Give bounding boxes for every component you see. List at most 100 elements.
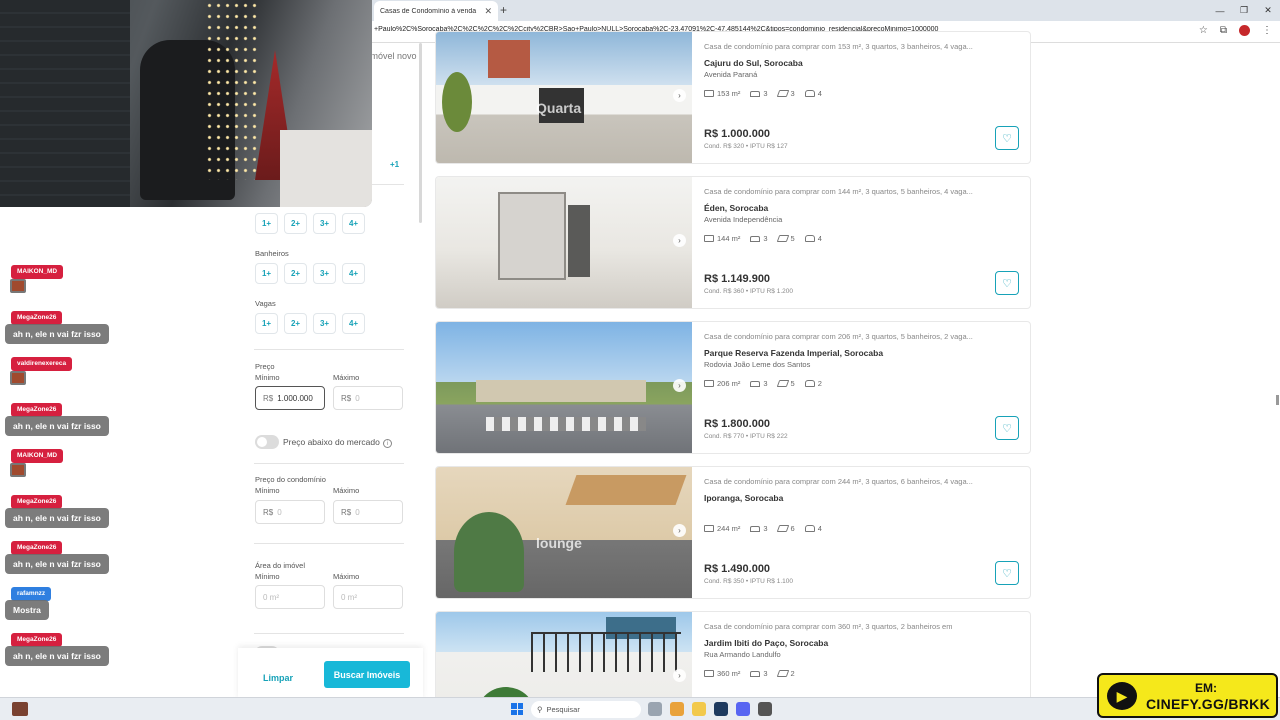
page-scrollbar[interactable] <box>1276 395 1279 405</box>
banheiros-option[interactable]: 2+ <box>284 263 307 284</box>
banheiros-option[interactable]: 3+ <box>313 263 336 284</box>
area-icon <box>704 670 714 677</box>
maximize-icon[interactable]: ❐ <box>1232 0 1256 21</box>
divider <box>254 349 404 350</box>
cond-min-label: Mínimo <box>255 486 280 495</box>
file-explorer-icon[interactable] <box>692 702 706 716</box>
more-filters-count[interactable]: +1 <box>390 160 399 169</box>
quartos-option[interactable]: 1+ <box>255 213 278 234</box>
bookmark-star-icon[interactable]: ☆ <box>1199 25 1208 36</box>
chrome-icon[interactable] <box>670 702 684 716</box>
window-controls: — ❐ ✕ <box>1208 0 1280 21</box>
vagas-value: 4 <box>817 524 822 533</box>
webcam-lights <box>205 0 260 180</box>
banheiros-value: 5 <box>790 234 795 243</box>
quartos-value: 3 <box>763 524 768 533</box>
bed-icon <box>750 380 761 387</box>
next-photo-icon[interactable]: › <box>673 89 686 102</box>
favorite-heart-icon[interactable]: ♡ <box>995 126 1019 150</box>
listing-card[interactable]: › Casa de condomínio para comprar com 206… <box>435 321 1031 454</box>
area-value: 206 m² <box>717 379 741 388</box>
area-icon <box>704 380 714 387</box>
taskbar-apps <box>648 702 772 716</box>
area-min-placeholder: 0 m² <box>263 592 279 602</box>
photo-watermark: Quarta <box>536 100 582 116</box>
quartos-option[interactable]: 2+ <box>284 213 307 234</box>
listing-features: 360 m² 3 2 <box>704 669 795 678</box>
browser-tab[interactable]: Casas de Condomínio à venda ✕ <box>374 1 941 103</box>
quartos-option[interactable]: 4+ <box>342 213 365 234</box>
next-photo-icon[interactable]: › <box>673 669 686 682</box>
banheiros-option[interactable]: 4+ <box>342 263 365 284</box>
listing-card[interactable]: lounge › Casa de condomínio para comprar c… <box>435 466 1031 599</box>
shower-icon <box>776 380 789 387</box>
discord-icon[interactable] <box>736 702 750 716</box>
steam-icon[interactable] <box>714 702 728 716</box>
taskbar-widget-icon[interactable] <box>12 702 28 716</box>
info-icon[interactable]: i <box>382 439 392 448</box>
quartos-value: 3 <box>763 379 768 388</box>
next-photo-icon[interactable]: › <box>673 524 686 537</box>
listing-info: Casa de condomínio para comprar com 206 … <box>704 322 1024 453</box>
listing-title[interactable]: Éden, Sorocaba <box>704 203 768 213</box>
listing-price: R$ 1.149.900 <box>704 273 771 285</box>
chat-username: valdirenexereca <box>11 357 73 371</box>
listing-title[interactable]: Parque Reserva Fazenda Imperial, Sorocab… <box>704 348 883 358</box>
listing-photo[interactable]: Quarta › <box>436 32 692 163</box>
next-photo-icon[interactable]: › <box>673 234 686 247</box>
area-min-field[interactable]: 0 m² <box>255 585 325 609</box>
listing-photo[interactable]: › <box>436 322 692 453</box>
listing-card[interactable]: Quarta › Casa de condomínio para comprar c… <box>435 31 1031 164</box>
cond-max-field[interactable]: R$ 0 <box>333 500 403 524</box>
listing-photo[interactable]: lounge › <box>436 467 692 598</box>
vagas-value: 4 <box>817 234 822 243</box>
preco-max-field[interactable]: R$ 0 <box>333 386 403 410</box>
chat-username: MegaZone26 <box>11 541 63 555</box>
preco-min-value: 1.000.000 <box>277 393 313 403</box>
obs-icon[interactable] <box>758 702 772 716</box>
abaixo-mercado-toggle[interactable] <box>255 435 279 449</box>
area-feature: 206 m² <box>704 379 740 388</box>
windows-start-icon[interactable] <box>511 703 523 715</box>
tab-title: Casas de Condomínio à venda <box>380 7 477 15</box>
chat-username: MegaZone26 <box>11 403 63 417</box>
banheiros-feature: 2 <box>776 669 795 678</box>
car-icon <box>804 90 815 97</box>
profile-avatar-icon[interactable] <box>1239 25 1250 36</box>
browser-menu-icon[interactable]: ⋮ <box>1262 25 1272 36</box>
quartos-option[interactable]: 3+ <box>313 213 336 234</box>
listing-title[interactable]: Cajuru do Sul, Sorocaba <box>704 58 803 68</box>
cond-min-field[interactable]: R$ 0 <box>255 500 325 524</box>
extensions-icon[interactable]: ⧉ <box>1220 25 1227 36</box>
vagas-option[interactable]: 4+ <box>342 313 365 334</box>
filter-scrollbar[interactable] <box>419 43 422 223</box>
favorite-heart-icon[interactable]: ♡ <box>995 561 1019 585</box>
listing-photo[interactable]: › <box>436 177 692 308</box>
next-photo-icon[interactable]: › <box>673 379 686 392</box>
banheiros-feature: 5 <box>776 379 795 388</box>
listing-info: Casa de condomínio para comprar com 144 … <box>704 177 1024 308</box>
task-view-icon[interactable] <box>648 702 662 716</box>
vagas-option[interactable]: 3+ <box>313 313 336 334</box>
vagas-feature: 2 <box>804 379 822 388</box>
favorite-heart-icon[interactable]: ♡ <box>995 271 1019 295</box>
listing-title[interactable]: Jardim Ibiti do Paço, Sorocaba <box>704 638 828 648</box>
buscar-imoveis-button[interactable]: Buscar Imóveis <box>324 661 410 688</box>
limpar-button[interactable]: Limpar <box>263 673 293 683</box>
favorite-heart-icon[interactable]: ♡ <box>995 416 1019 440</box>
close-window-icon[interactable]: ✕ <box>1256 0 1280 21</box>
taskbar-search[interactable]: ⚲ Pesquisar <box>531 701 641 718</box>
listing-title[interactable]: Iporanga, Sorocaba <box>704 493 783 503</box>
vagas-option[interactable]: 1+ <box>255 313 278 334</box>
area-icon <box>704 525 714 532</box>
imovel-novo-label[interactable]: Imóvel novo <box>368 51 417 61</box>
area-max-field[interactable]: 0 m² <box>333 585 403 609</box>
banheiros-option[interactable]: 1+ <box>255 263 278 284</box>
close-tab-icon[interactable]: ✕ <box>484 6 492 17</box>
preco-min-field[interactable]: R$ 1.000.000 <box>255 386 325 410</box>
vagas-option[interactable]: 2+ <box>284 313 307 334</box>
banheiros-feature: 5 <box>776 234 795 243</box>
listing-card[interactable]: › Casa de condomínio para comprar com 144… <box>435 176 1031 309</box>
new-tab-icon[interactable]: + <box>500 3 507 17</box>
minimize-icon[interactable]: — <box>1208 0 1232 21</box>
